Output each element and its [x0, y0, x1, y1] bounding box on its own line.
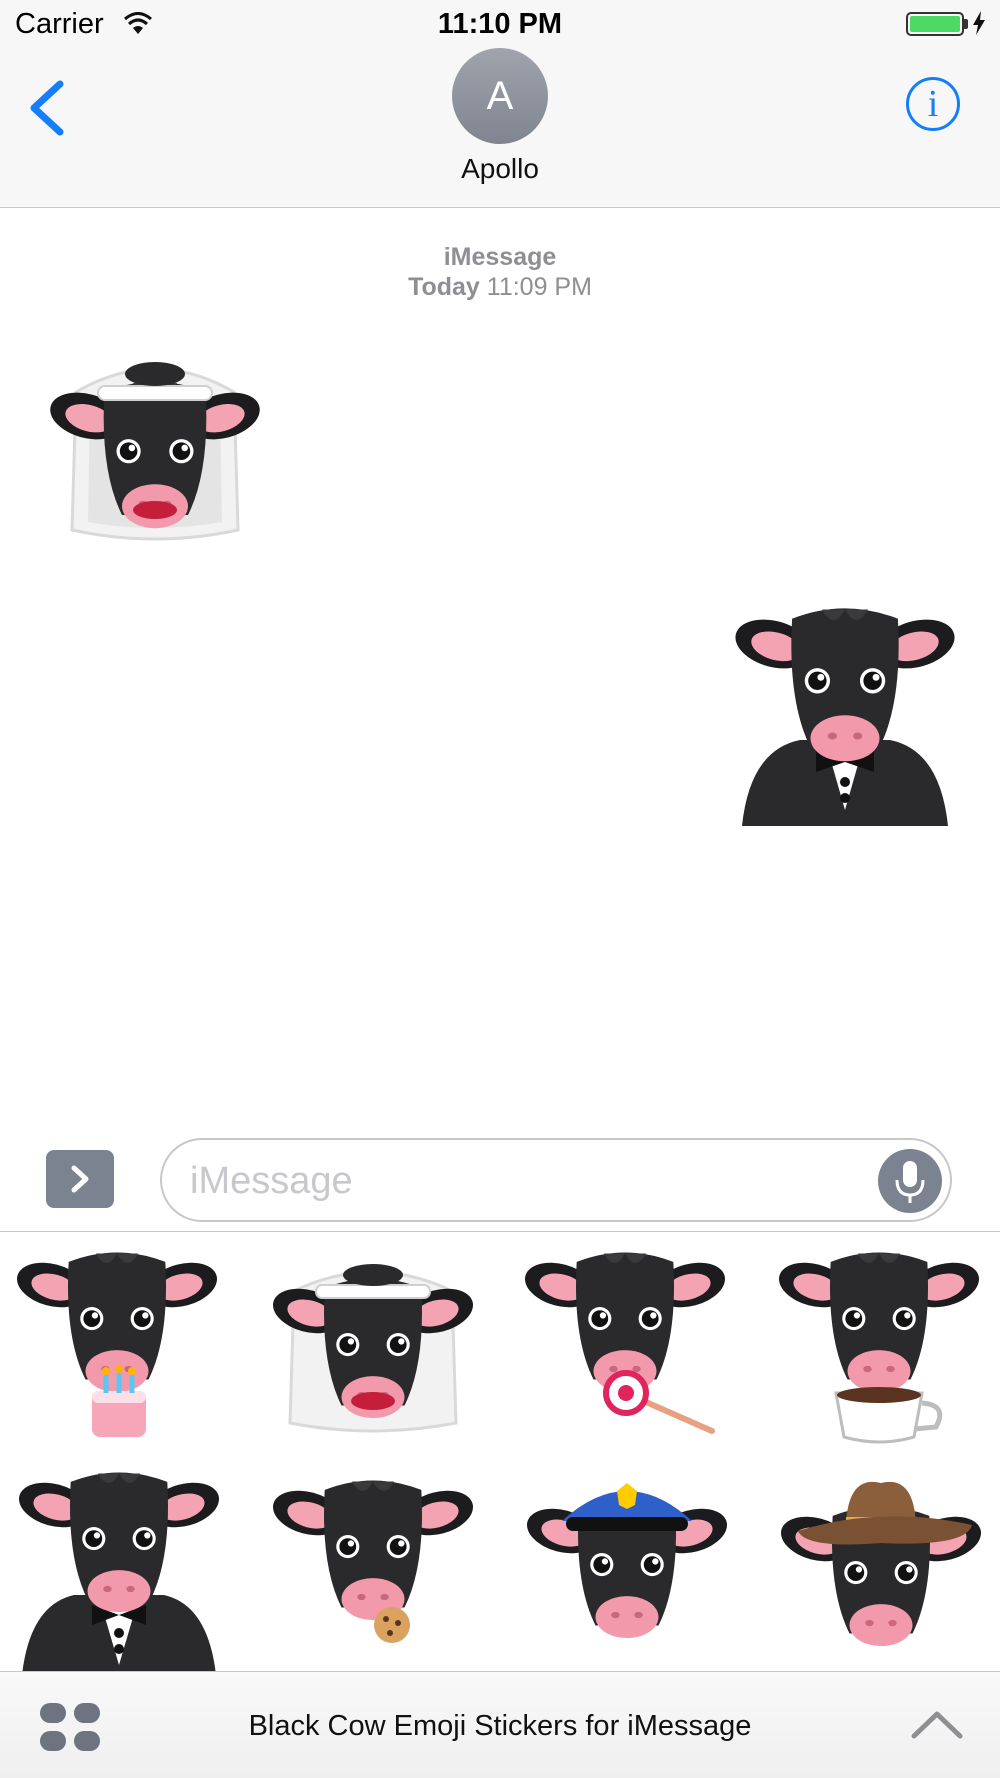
- sticker-cow-birthday-cake[interactable]: [11, 1243, 224, 1453]
- battery-tip: [964, 19, 968, 29]
- message-timestamp: Today 11:09 PM: [0, 273, 1000, 302]
- sticker-drawer: [0, 1233, 1000, 1671]
- timestamp-day: Today: [408, 273, 480, 301]
- app-drawer-bar: Black Cow Emoji Stickers for iMessage: [0, 1671, 1000, 1778]
- compose-bar: [0, 1126, 1000, 1232]
- status-time: 11:10 PM: [437, 8, 563, 40]
- info-icon: i: [927, 83, 939, 125]
- battery-icon: [906, 12, 964, 36]
- contact-name[interactable]: Apollo: [0, 153, 1000, 185]
- chevron-up-icon: [911, 1711, 963, 1739]
- timestamp-time: 11:09 PM: [486, 273, 592, 301]
- sticker-cow-coffee[interactable]: [773, 1243, 986, 1453]
- sticker-cow-tuxedo[interactable]: [13, 1465, 225, 1671]
- service-label: iMessage: [443, 243, 557, 271]
- mic-button[interactable]: [878, 1149, 942, 1213]
- received-sticker-message[interactable]: [38, 352, 272, 550]
- microphone-icon: [895, 1161, 925, 1203]
- apps-toggle-button[interactable]: [46, 1150, 114, 1208]
- message-field: [160, 1138, 952, 1222]
- app-title: Black Cow Emoji Stickers for iMessage: [248, 1710, 752, 1742]
- sticker-cow-cookie[interactable]: [267, 1465, 479, 1671]
- chevron-right-icon: [71, 1165, 89, 1193]
- expand-button[interactable]: [908, 1704, 966, 1744]
- status-bar: Carrier 11:10 PM: [0, 0, 1000, 48]
- conversation-header: A Apollo i: [0, 48, 1000, 208]
- sticker-cow-veil[interactable]: [267, 1243, 479, 1453]
- sticker-cow-cowboy-hat[interactable]: [775, 1465, 987, 1671]
- back-button[interactable]: [22, 78, 72, 138]
- info-button[interactable]: i: [906, 77, 960, 131]
- sent-sticker-message[interactable]: [729, 590, 961, 830]
- message-input[interactable]: [190, 1156, 850, 1206]
- charging-bolt-icon: [972, 11, 986, 40]
- sticker-cow-police-hat[interactable]: [521, 1465, 733, 1671]
- chevron-left-icon: [30, 80, 64, 136]
- avatar[interactable]: A: [452, 48, 548, 144]
- sticker-cow-lollipop[interactable]: [519, 1243, 732, 1453]
